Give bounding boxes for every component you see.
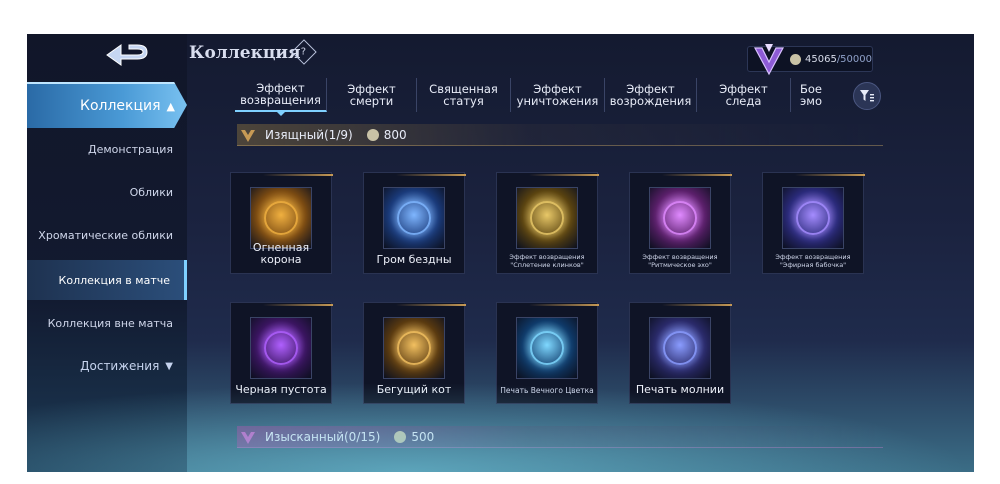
help-symbol: ? (301, 46, 307, 58)
effect-card[interactable]: Гром бездны (363, 172, 466, 274)
filter-button[interactable] (853, 82, 881, 110)
black-void-icon (264, 331, 298, 365)
section-label: Изящный(1/9) (265, 127, 353, 142)
effect-card[interactable]: Печать молнии (629, 302, 732, 404)
chevron-down-icon: ▼ (165, 360, 173, 372)
effect-name: Эффект возвращения "Эфирная бабочка" (775, 253, 851, 269)
effect-art (782, 187, 844, 249)
refined-tier-icon (241, 431, 255, 444)
tab-label: Эффект смерти (347, 82, 396, 108)
effect-name: Гром бездны (376, 253, 452, 266)
sidebar-item-out-of-match-collection[interactable]: Коллекция вне матча (27, 304, 187, 342)
tab-battle-emote[interactable]: Бое эмо (791, 78, 831, 112)
effect-art (649, 187, 711, 249)
sidebar-item-label: Облики (129, 185, 173, 199)
section-price: 800 (383, 127, 407, 142)
sidebar-item-label: Коллекция (80, 97, 161, 114)
sidebar-item-label: Достижения (80, 358, 160, 373)
effect-art (516, 317, 578, 379)
corner-ornament (529, 295, 605, 315)
blade-weave-icon (530, 201, 564, 235)
sidebar-item-achievements[interactable]: Достижения ▼ (27, 352, 187, 380)
tab-death-effect[interactable]: Эффект смерти (327, 78, 417, 112)
sidebar-item-label: Хроматические облики (38, 228, 173, 242)
tab-destruction-effect[interactable]: Эффект уничтожения (511, 78, 605, 112)
tab-sacred-statue[interactable]: Священная статуя (417, 78, 511, 112)
tab-label: Эффект возрождения (609, 82, 692, 108)
currency-total: /50000 (836, 53, 872, 65)
sidebar-item-chromatic-skins[interactable]: Хроматические облики (27, 217, 187, 253)
effect-name: Бегущий кот (376, 383, 452, 396)
effect-card[interactable]: Черная пустота (230, 302, 333, 404)
abyss-thunder-icon (397, 201, 431, 235)
effect-art (250, 317, 312, 379)
running-cat-icon (397, 331, 431, 365)
tab-trail-effect[interactable]: Эффект следа (697, 78, 791, 112)
lightning-seal-icon (663, 331, 697, 365)
corner-ornament (396, 295, 472, 315)
effect-art (250, 187, 312, 249)
effect-card[interactable]: Эффект возвращения "Сплетение клинков" (496, 172, 599, 274)
corner-ornament (529, 165, 605, 185)
sidebar-item-skins[interactable]: Облики (27, 177, 187, 207)
effect-card[interactable]: Эффект возвращения "Ритмическое эхо" (629, 172, 732, 274)
corner-ornament (396, 165, 472, 185)
effect-card[interactable]: Печать Вечного Цветка (496, 302, 599, 404)
effect-art (383, 317, 445, 379)
sidebar-item-label: Демонстрация (87, 142, 173, 156)
effect-name: Печать молнии (635, 383, 725, 396)
tab-label: Эффект уничтожения (516, 82, 599, 108)
sidebar-item-label: Коллекция в матче (58, 273, 170, 287)
effect-card[interactable]: Эффект возвращения "Эфирная бабочка" (762, 172, 865, 274)
rhythm-echo-icon (663, 201, 697, 235)
effect-name: Огненная корона (252, 241, 310, 266)
corner-ornament (263, 165, 339, 185)
tab-label: Священная статуя (429, 82, 498, 108)
tab-label: Бое эмо (799, 82, 823, 108)
effect-name: Эффект возвращения "Ритмическое эхо" (642, 253, 718, 269)
corner-ornament (662, 165, 738, 185)
rank-badge-icon (753, 44, 785, 76)
currency-value: 45065 (805, 53, 837, 65)
tab-revival-effect[interactable]: Эффект возрождения (605, 78, 697, 112)
effect-card[interactable]: Огненная корона (230, 172, 333, 274)
tab-bar: Эффект возвращения Эффект смерти Священн… (235, 78, 883, 116)
corner-ornament (263, 295, 339, 315)
eternal-flower-seal-icon (530, 331, 564, 365)
tab-label: Эффект возвращения (240, 81, 321, 107)
corner-ornament (795, 165, 871, 185)
page-title: Коллекция (189, 43, 301, 63)
filter-icon (860, 90, 874, 102)
coin-icon (394, 430, 407, 443)
effect-name: Эффект возвращения "Сплетение клинков" (509, 253, 585, 269)
elegant-tier-icon (241, 129, 255, 142)
effect-card[interactable]: Бегущий кот (363, 302, 466, 404)
coin-icon (366, 128, 379, 141)
effect-art (516, 187, 578, 249)
sidebar-item-in-match-collection[interactable]: Коллекция в матче (27, 260, 187, 300)
corner-ornament (662, 295, 738, 315)
chevron-up-icon: ▲ (166, 99, 175, 113)
effect-name: Черная пустота (235, 383, 327, 396)
section-price: 500 (411, 429, 435, 444)
effect-art (649, 317, 711, 379)
ether-butterfly-icon (796, 201, 830, 235)
effect-art (383, 187, 445, 249)
effect-name: Печать Вечного Цветка (500, 386, 594, 395)
section-header-refined: Изысканный(0/15) 500 (237, 426, 883, 448)
fire-crown-icon (264, 201, 298, 235)
section-header-elegant: Изящный(1/9) 800 (237, 124, 883, 146)
tab-label: Эффект следа (719, 82, 768, 108)
sidebar: Коллекция ▲ Демонстрация Облики Хроматич… (27, 34, 187, 472)
section-label: Изысканный(0/15) (265, 429, 381, 444)
tab-return-effect[interactable]: Эффект возвращения (235, 78, 327, 116)
sidebar-item-collection[interactable]: Коллекция ▲ (27, 82, 187, 128)
sidebar-item-showcase[interactable]: Демонстрация (27, 134, 187, 164)
sidebar-item-label: Коллекция вне матча (47, 316, 173, 330)
back-arrow-icon (106, 44, 148, 66)
back-button[interactable] (97, 40, 157, 70)
coin-icon (790, 53, 801, 65)
game-screen: Коллекция ▲ Демонстрация Облики Хроматич… (27, 34, 974, 472)
